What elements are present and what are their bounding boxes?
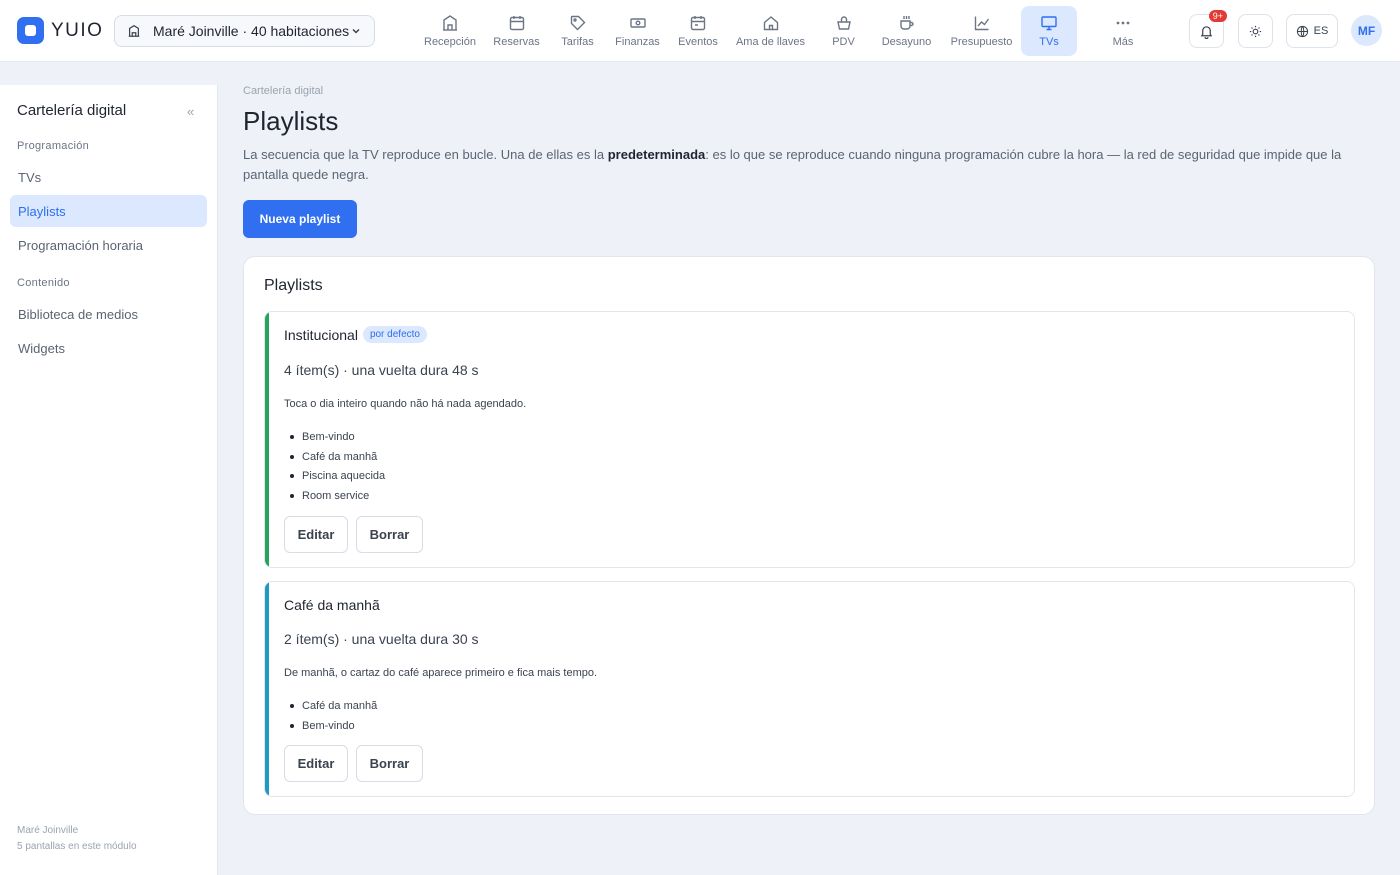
nav-label: Presupuesto: [950, 36, 1013, 48]
property-selector[interactable]: Maré Joinville · 40 habitaciones: [114, 15, 375, 47]
nav-label: Tarifas: [561, 36, 594, 48]
nav-item-eventos[interactable]: Eventos: [671, 6, 725, 56]
playlist-name-row: Café da manhã: [284, 597, 380, 613]
sidebar-item-playlists[interactable]: Playlists: [10, 195, 207, 227]
logo-icon: [17, 17, 44, 44]
nav-label: Eventos: [678, 36, 718, 48]
bell-icon: [1200, 25, 1213, 39]
brand-logo[interactable]: YUIO: [17, 17, 103, 44]
building-icon: [128, 25, 140, 37]
nav-item-mas[interactable]: Más: [1077, 6, 1169, 56]
sidebar-section-programacion: Programación: [17, 140, 90, 152]
user-avatar[interactable]: MF: [1351, 15, 1382, 46]
panel-title: Playlists: [264, 277, 323, 294]
building-icon: [443, 15, 457, 31]
playlist-description: Toca o dia inteiro quando não há nada ag…: [284, 398, 527, 410]
language-code: ES: [1313, 25, 1329, 37]
list-item: Room service: [284, 486, 385, 506]
nav-item-desayuno[interactable]: Desayuno: [871, 6, 942, 56]
list-item: Bem-vindo: [284, 716, 377, 736]
calendar-event-icon: [690, 16, 706, 31]
playlist-meta: 4 ítem(s) · una vuelta dura 48 s: [284, 362, 479, 378]
playlist-name: Institucional: [284, 326, 358, 343]
edit-button[interactable]: Editar: [284, 516, 348, 553]
top-bar: YUIO Maré Joinville · 40 habitaciones Re…: [0, 0, 1400, 62]
playlist-accent-stripe: [265, 312, 269, 567]
sidebar-footer-property: Maré Joinville: [17, 825, 79, 836]
nav-label: Reservas: [493, 36, 540, 48]
nav-label: PDV: [832, 36, 855, 48]
collapse-sidebar-button[interactable]: «: [187, 104, 194, 119]
property-name: Maré Joinville · 40 habitaciones: [153, 23, 349, 39]
nav-item-pdv[interactable]: PDV: [816, 6, 871, 56]
page-title: Playlists: [243, 106, 339, 136]
nav-item-reservas[interactable]: Reservas: [482, 6, 551, 56]
description-text: La secuencia que la TV reproduce en bucl…: [243, 147, 608, 162]
home-icon: [763, 16, 778, 31]
nav-item-finanzas[interactable]: Finanzas: [604, 6, 671, 56]
tag-icon: [570, 15, 585, 31]
playlists-panel: Playlists Institucional por defecto 4 ít…: [243, 256, 1375, 815]
playlist-meta: 2 ítem(s) · una vuelta dura 30 s: [284, 631, 479, 647]
nav-label: TVs: [1039, 36, 1059, 48]
coffee-icon: [899, 16, 914, 30]
sun-icon: [1249, 25, 1262, 37]
main-nav: Recepción Reservas Tarifas Finanzas Even…: [418, 6, 1169, 56]
nav-item-tarifas[interactable]: Tarifas: [551, 6, 604, 56]
monitor-icon: [1041, 16, 1057, 31]
playlist-name-row: Institucional por defecto: [284, 326, 427, 343]
calendar-icon: [509, 16, 524, 31]
new-playlist-button[interactable]: Nueva playlist: [243, 200, 357, 238]
theme-toggle-button[interactable]: [1238, 14, 1273, 48]
playlist-card-institucional: Institucional por defecto 4 ítem(s) · un…: [264, 311, 1355, 568]
playlist-name: Café da manhã: [284, 597, 380, 613]
notifications-button[interactable]: 9+: [1189, 10, 1227, 48]
page-description: La secuencia que la TV reproduce en bucl…: [243, 145, 1363, 185]
nav-label: Desayuno: [881, 36, 932, 48]
playlist-items: Café da manhã Bem-vindo: [284, 696, 377, 735]
sidebar-section-contenido: Contenido: [17, 277, 70, 289]
nav-item-tvs[interactable]: TVs: [1021, 6, 1077, 56]
description-emphasis: predeterminada: [607, 147, 706, 162]
edit-button[interactable]: Editar: [284, 745, 348, 782]
sidebar: Cartelería digital « Programación TVs Pl…: [0, 85, 218, 875]
notification-count-badge: 9+: [1208, 10, 1227, 22]
sidebar-item-biblioteca-de-medios[interactable]: Biblioteca de medios: [10, 298, 207, 330]
playlist-description: De manhã, o cartaz do café aparece prime…: [284, 667, 598, 679]
nav-item-recepcion[interactable]: Recepción: [418, 6, 482, 56]
breadcrumb[interactable]: Cartelería digital: [243, 85, 323, 97]
list-item: Bem-vindo: [284, 427, 385, 447]
globe-icon: [1296, 25, 1308, 37]
delete-button[interactable]: Borrar: [356, 745, 423, 782]
banknote-icon: [629, 18, 646, 28]
list-item: Café da manhã: [284, 447, 385, 467]
chart-line-icon: [974, 16, 989, 31]
nav-item-ama-de-llaves[interactable]: Ama de llaves: [725, 6, 816, 56]
language-selector[interactable]: ES: [1286, 14, 1338, 48]
more-icon: [1116, 21, 1130, 25]
sidebar-item-programacion-horaria[interactable]: Programación horaria: [10, 229, 207, 261]
playlist-items: Bem-vindo Café da manhã Piscina aquecida…: [284, 427, 385, 506]
list-item: Café da manhã: [284, 696, 377, 716]
sidebar-item-widgets[interactable]: Widgets: [10, 332, 207, 364]
nav-label: Ama de llaves: [735, 36, 806, 48]
list-item: Piscina aquecida: [284, 466, 385, 486]
default-badge: por defecto: [362, 326, 427, 343]
nav-label: Recepción: [424, 36, 476, 48]
delete-button[interactable]: Borrar: [356, 516, 423, 553]
sidebar-footer-screens: 5 pantallas en este módulo: [17, 841, 137, 852]
sidebar-item-tvs[interactable]: TVs: [10, 161, 207, 193]
nav-item-presupuesto[interactable]: Presupuesto: [942, 6, 1021, 56]
basket-icon: [836, 16, 851, 30]
playlist-accent-stripe: [265, 582, 269, 796]
playlist-card-cafe-da-manha: Café da manhã 2 ítem(s) · una vuelta dur…: [264, 581, 1355, 797]
brand-name: YUIO: [51, 19, 104, 41]
sidebar-title: Cartelería digital: [17, 102, 127, 119]
nav-label: Más: [1112, 36, 1134, 48]
nav-label: Finanzas: [615, 36, 660, 48]
chevron-down-icon: [352, 28, 360, 34]
